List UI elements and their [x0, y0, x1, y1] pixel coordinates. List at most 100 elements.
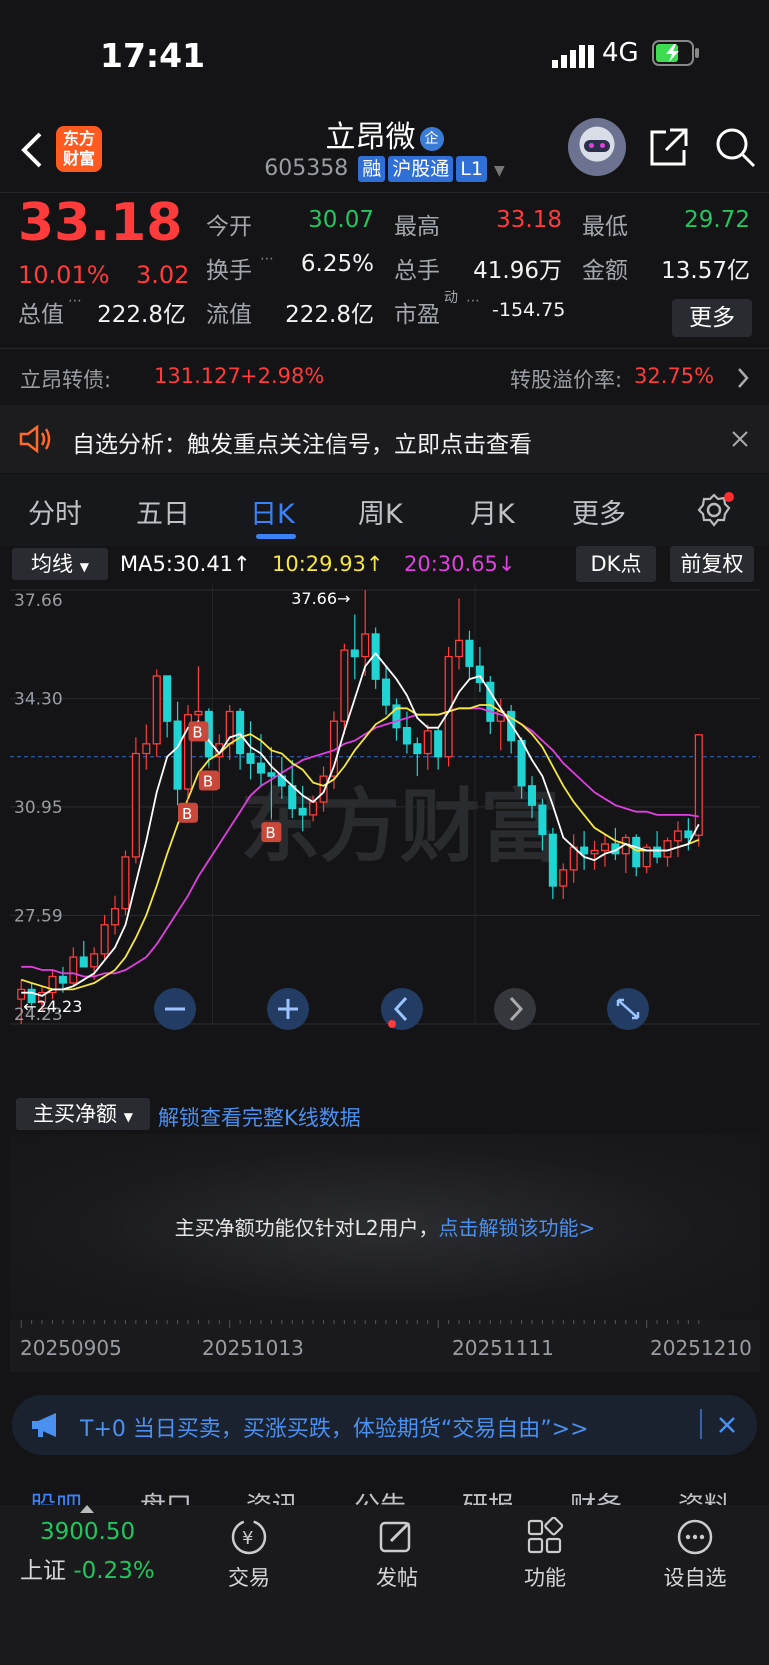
l2-text: 主买净额功能仅针对L2用户，: [174, 1216, 439, 1240]
candle-body: [413, 743, 422, 755]
clock: 17:41: [100, 36, 206, 75]
info-icon[interactable]: ⋯: [260, 251, 274, 267]
tab-more[interactable]: 更多: [572, 492, 626, 531]
kline-chart[interactable]: 东方财富 BBBB 37.6634.3030.9527.5924.23 37.6…: [10, 584, 760, 1094]
tab-five-day[interactable]: 五日: [136, 492, 190, 531]
info-icon[interactable]: ⋯: [466, 293, 480, 309]
alert-text: 自选分析：触发重点关注信号，立即点击查看: [72, 432, 532, 458]
dock-trade[interactable]: ¥ 交易: [194, 1517, 304, 1592]
bond-change: +2.98%: [240, 364, 325, 388]
dock-add-watchlist[interactable]: 设自选: [640, 1517, 750, 1592]
ma10-value: 10:29.93↑: [272, 552, 384, 576]
high-value: 33.18: [496, 207, 562, 233]
promo-banner[interactable]: T+0 当日买卖，买涨买跌，体验期货“交易自由”>>: [12, 1395, 757, 1455]
divider: [700, 1409, 702, 1439]
change-percent: 10.01%: [18, 261, 110, 289]
zoom-in-button[interactable]: [267, 988, 309, 1030]
candle-body: [590, 849, 599, 855]
candle-body: [298, 807, 307, 816]
dock-functions[interactable]: 功能: [490, 1516, 600, 1592]
stock-code: 605358: [264, 156, 349, 181]
y-tick-label: 34.30: [14, 690, 63, 710]
tab-daily[interactable]: 日K: [250, 492, 295, 531]
candle-body: [173, 720, 182, 790]
dropdown-icon: ▼: [493, 163, 505, 179]
moving-average-row: 均线 ▼ MA5:30.41↑ 10:29.93↑ 20:30.65↓ DK点 …: [0, 546, 769, 586]
settings-icon[interactable]: [696, 490, 736, 530]
bond-price: 131.127: [154, 364, 241, 388]
candle-body: [434, 730, 443, 758]
open-label: 今开: [206, 214, 252, 240]
sub-indicator-selector[interactable]: 主买净额 ▼: [16, 1098, 150, 1130]
open-value: 30.07: [308, 207, 374, 233]
prev-button[interactable]: [381, 988, 423, 1030]
stock-name: 立昂微: [325, 120, 416, 155]
assistant-avatar[interactable]: [568, 118, 626, 176]
l2-unlock-link[interactable]: 点击解锁该功能>: [439, 1216, 596, 1240]
amount-label: 金额: [582, 258, 628, 284]
convertible-bond-row[interactable]: 立昂转债: 131.127 +2.98% 转股溢价率: 32.75%: [0, 348, 769, 406]
next-button[interactable]: [494, 988, 536, 1030]
candle-body: [152, 675, 161, 745]
dock-post[interactable]: 发帖: [342, 1517, 452, 1592]
period-tabs: 分时 五日 日K 周K 月K 更多: [0, 474, 769, 546]
candle-body: [319, 775, 328, 803]
candle-body: [653, 846, 662, 858]
dock-trade-label: 交易: [228, 1566, 270, 1590]
quote-panel: 33.18 10.01% 3.02 今开 30.07 最高 33.18 最低 2…: [0, 192, 769, 349]
candle-body: [110, 907, 120, 926]
candle-body: [163, 675, 172, 722]
more-button[interactable]: 更多: [672, 299, 752, 337]
tab-weekly[interactable]: 周K: [358, 492, 403, 531]
close-icon[interactable]: [717, 1415, 737, 1435]
ma20-value: 20:30.65↓: [404, 552, 516, 576]
svg-text:¥: ¥: [242, 1528, 253, 1549]
tab-monthly[interactable]: 月K: [470, 492, 515, 531]
pe-value: -154.75: [492, 299, 566, 321]
candle-body: [423, 730, 432, 755]
zoom-out-button[interactable]: [154, 988, 196, 1030]
grid-icon: [527, 1516, 564, 1554]
search-icon[interactable]: [714, 126, 756, 168]
candle-body: [194, 710, 203, 716]
candle-body: [350, 649, 359, 658]
megaphone-icon: [32, 1413, 56, 1437]
high-label: 最高: [394, 214, 440, 240]
tab-intraday[interactable]: 分时: [28, 492, 82, 531]
candle-body: [402, 727, 411, 745]
candle-body: [684, 830, 693, 839]
date-label: 20251210: [650, 1336, 752, 1360]
candle-body: [69, 956, 78, 984]
ma5-value: MA5:30.41↑: [120, 552, 251, 576]
y-tick-label: 30.95: [14, 798, 63, 818]
candle-body: [559, 869, 568, 887]
enterprise-badge: 企: [419, 126, 444, 151]
candle-body: [361, 633, 370, 658]
index-change: -0.23%: [73, 1558, 155, 1584]
sub-indicator-label: 主买净额: [33, 1102, 118, 1126]
alert-row[interactable]: 自选分析：触发重点关注信号，立即点击查看: [0, 405, 769, 473]
candle-body: [256, 762, 266, 774]
index-ticker[interactable]: 3900.50 上证 -0.23%: [20, 1519, 180, 1585]
share-icon[interactable]: [648, 126, 690, 168]
adjust-button[interactable]: 前复权: [670, 546, 754, 582]
candle-body: [538, 804, 547, 835]
dropdown-icon: ▼: [79, 560, 89, 574]
close-icon[interactable]: [730, 429, 750, 449]
battery-icon: [652, 40, 699, 66]
premium-label: 转股溢价率:: [510, 368, 623, 392]
indicator-selector[interactable]: 均线 ▼: [12, 548, 108, 580]
candle-body: [121, 856, 130, 910]
y-tick-label: 27.59: [14, 906, 63, 926]
unlock-link[interactable]: 解锁查看完整K线数据: [158, 1102, 361, 1132]
more-dots-icon: [677, 1519, 713, 1555]
buy-marker-label: B: [203, 772, 213, 790]
candle-body: [527, 785, 537, 806]
dk-point-button[interactable]: DK点: [576, 546, 656, 582]
candle-body: [694, 734, 703, 836]
dock-add-watchlist-label: 设自选: [663, 1566, 727, 1590]
info-icon[interactable]: ⋯: [68, 293, 82, 309]
buy-marker-label: B: [192, 723, 202, 741]
fullscreen-button[interactable]: [607, 988, 649, 1030]
premium-value: 32.75%: [634, 364, 715, 388]
